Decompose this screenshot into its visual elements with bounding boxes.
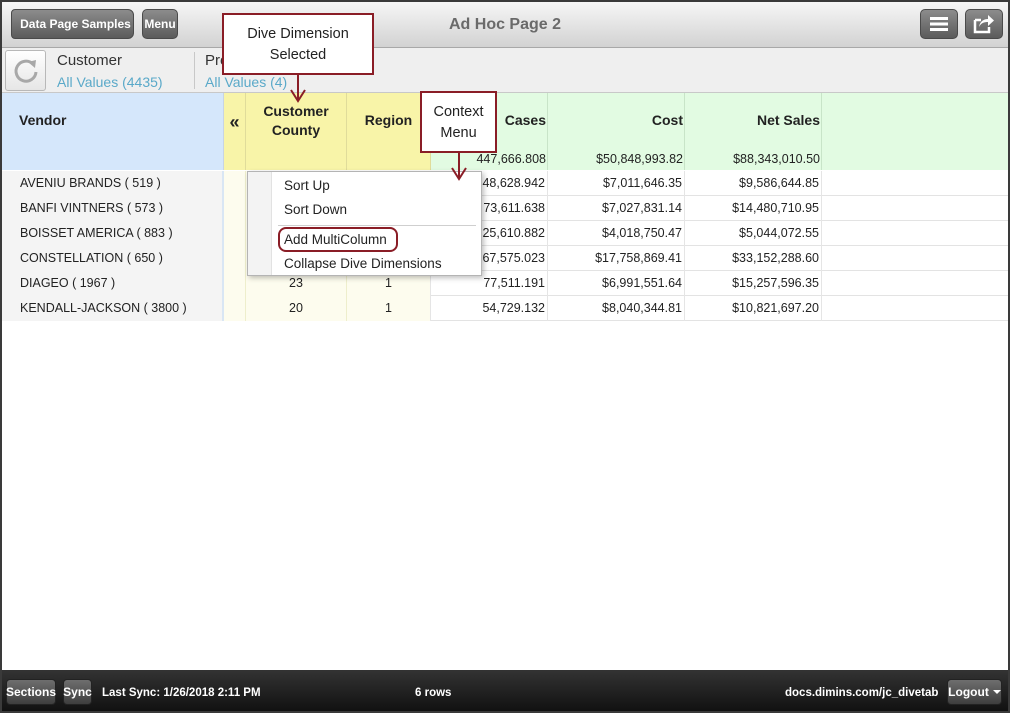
callout-dive-dimension: Dive Dimension Selected — [222, 13, 374, 75]
column-header-vendor[interactable]: Vendor — [2, 93, 224, 170]
logout-button[interactable]: Logout — [947, 679, 1002, 705]
column-header-net-sales[interactable]: Net Sales $88,343,010.50 — [685, 93, 822, 170]
cell-vendor[interactable]: DIAGEO ( 1967 ) — [2, 271, 224, 296]
column-header-customer-county[interactable]: Customer County — [246, 93, 347, 170]
cell-gap — [224, 246, 246, 271]
cell-cost: $17,758,869.41 — [548, 246, 685, 271]
cell-region: 1 — [347, 296, 431, 321]
cell-customer-county: 20 — [246, 296, 347, 321]
sections-button[interactable]: Sections — [6, 679, 56, 705]
cell-vendor[interactable]: CONSTELLATION ( 650 ) — [2, 246, 224, 271]
table-row[interactable]: DIAGEO ( 1967 ) 23 1 77,511.191 $6,991,551.6… — [2, 271, 1008, 296]
refresh-icon — [14, 59, 37, 83]
share-icon — [973, 15, 994, 34]
menu-item-add-multicolumn[interactable]: Add MultiColumn — [284, 232, 387, 247]
logout-button-label: Logout — [948, 685, 989, 699]
menu-item-sort-down[interactable]: Sort Down — [284, 202, 347, 217]
cell-cases: 54,729.132 — [431, 296, 548, 321]
hamburger-icon — [930, 17, 948, 31]
bottom-toolbar: Sections Sync Last Sync: 1/26/2018 2:11 … — [2, 670, 1008, 711]
callout-arrow — [290, 74, 306, 103]
cell-net-sales: $33,152,288.60 — [685, 246, 822, 271]
collapse-dimensions-button[interactable]: « — [224, 93, 246, 170]
filter-name: Customer — [57, 52, 123, 69]
table-row[interactable]: BANFI VINTNERS ( 573 ) 73,611.638 $7,027,8… — [2, 196, 1008, 221]
cell-gap — [224, 196, 246, 221]
filter-value[interactable]: All Values (4) — [205, 73, 287, 92]
cell-net-sales: $10,821,697.20 — [685, 296, 822, 321]
callout-line: Dive Dimension — [247, 26, 349, 42]
header-filler — [822, 93, 1008, 170]
cell-cost: $7,011,646.35 — [548, 171, 685, 196]
callout-line: Selected — [269, 47, 327, 63]
cell-gap — [224, 221, 246, 246]
callout-context-menu: Context Menu — [420, 91, 497, 153]
column-header-label: Region — [364, 112, 413, 128]
cell-cost: $6,991,551.64 — [548, 271, 685, 296]
list-menu-button[interactable] — [920, 9, 958, 39]
column-total-cases: 447,666.808 — [476, 152, 546, 166]
cell-net-sales: $5,044,072.55 — [685, 221, 822, 246]
column-total-cost: $50,848,993.82 — [596, 152, 683, 166]
column-header-label: Net Sales — [756, 112, 820, 128]
sections-button-label: Sections — [6, 685, 57, 699]
callout-arrow — [451, 152, 467, 181]
table-row[interactable]: BOISSET AMERICA ( 883 ) 25,610.882 $4,018,… — [2, 221, 1008, 246]
cell-net-sales: $15,257,596.35 — [685, 271, 822, 296]
cell-vendor[interactable]: BANFI VINTNERS ( 573 ) — [2, 196, 224, 221]
cell-vendor[interactable]: KENDALL-JACKSON ( 3800 ) — [2, 296, 224, 321]
app-frame: Data Page Samples Menu Ad Hoc Page 2 Cus… — [0, 0, 1010, 713]
column-header-cost[interactable]: Cost $50,848,993.82 — [548, 93, 685, 170]
filter-divider — [194, 52, 195, 89]
table-row[interactable]: AVENIU BRANDS ( 519 ) 48,628.942 $7,011,64… — [2, 171, 1008, 196]
share-button[interactable] — [965, 9, 1003, 39]
caret-down-icon — [992, 690, 1001, 694]
context-menu: Sort Up Sort Down Add MultiColumn Collap… — [247, 171, 482, 276]
callout-line: Menu — [440, 125, 477, 141]
sync-button[interactable]: Sync — [63, 679, 92, 705]
column-header-label: Cost — [651, 112, 683, 128]
menu-item-collapse-dive-dimensions[interactable]: Collapse Dive Dimensions — [284, 256, 442, 271]
cell-net-sales: $14,480,710.95 — [685, 196, 822, 221]
page-title: Ad Hoc Page 2 — [448, 16, 562, 33]
table-row[interactable]: CONSTELLATION ( 650 ) 67,575.023 $17,758,8… — [2, 246, 1008, 271]
filter-customer[interactable]: Customer All Values (4435) — [57, 51, 163, 92]
top-toolbar: Data Page Samples Menu Ad Hoc Page 2 — [2, 2, 1008, 48]
column-header-region[interactable]: Region — [347, 93, 431, 170]
reset-filters-button[interactable] — [5, 50, 46, 91]
cell-gap — [224, 296, 246, 321]
docs-url-text: docs.dimins.com/jc_divetab — [785, 687, 939, 699]
callout-line: Context — [433, 104, 484, 120]
column-total-net-sales: $88,343,010.50 — [733, 152, 820, 166]
cell-gap — [224, 271, 246, 296]
column-header-label: Vendor — [19, 112, 67, 128]
last-sync-text: Last Sync: 1/26/2018 2:11 PM — [102, 687, 261, 699]
row-count-text: 6 rows — [415, 687, 452, 699]
cell-vendor[interactable]: BOISSET AMERICA ( 883 ) — [2, 221, 224, 246]
filter-value[interactable]: All Values (4435) — [57, 73, 163, 92]
cell-cost: $4,018,750.47 — [548, 221, 685, 246]
cell-gap — [224, 171, 246, 196]
menu-item-sort-up[interactable]: Sort Up — [284, 178, 330, 193]
column-header-label: Customer County — [263, 103, 329, 138]
sync-button-label: Sync — [63, 685, 92, 699]
cell-cost: $7,027,831.14 — [548, 196, 685, 221]
cell-vendor[interactable]: AVENIU BRANDS ( 519 ) — [2, 171, 224, 196]
filter-bar: Customer All Values (4435) Pre All Value… — [2, 48, 1008, 93]
context-menu-gutter — [248, 172, 272, 275]
double-chevron-left-icon: « — [229, 112, 240, 132]
cell-net-sales: $9,586,644.85 — [685, 171, 822, 196]
menu-separator — [278, 225, 476, 226]
cell-cost: $8,040,344.81 — [548, 296, 685, 321]
table-row[interactable]: KENDALL-JACKSON ( 3800 ) 20 1 54,729.132 $8,… — [2, 296, 1008, 321]
